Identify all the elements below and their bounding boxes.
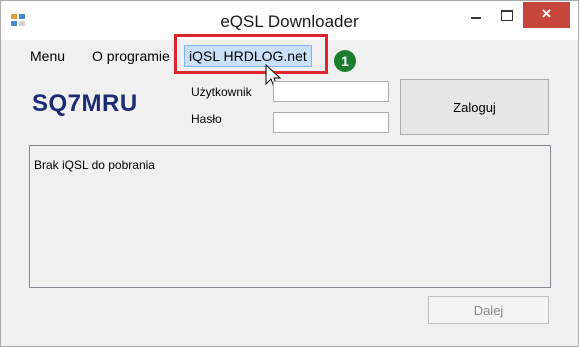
close-button[interactable]: × [523, 2, 570, 28]
maximize-button[interactable] [493, 6, 521, 28]
menu-item-menu[interactable]: Menu [26, 46, 69, 66]
menu-item-about[interactable]: O programie [88, 46, 174, 66]
step-badge: 1 [334, 50, 356, 72]
username-label: Użytkownik [191, 85, 252, 99]
log-panel: Brak iQSL do pobrania [29, 145, 551, 288]
highlight-callout [174, 34, 328, 74]
password-input[interactable] [273, 112, 389, 133]
callsign-logo: SQ7MRU [32, 90, 138, 117]
close-icon: × [541, 4, 552, 23]
password-label: Hasło [191, 112, 222, 126]
minimize-button[interactable] [462, 6, 490, 28]
login-button[interactable]: Zaloguj [400, 79, 549, 135]
username-input[interactable] [273, 81, 389, 102]
app-window: eQSL Downloader × Menu O programie iQSL … [0, 0, 579, 347]
log-message: Brak iQSL do pobrania [34, 158, 155, 172]
window-title: eQSL Downloader [220, 12, 359, 31]
next-button[interactable]: Dalej [428, 296, 549, 324]
